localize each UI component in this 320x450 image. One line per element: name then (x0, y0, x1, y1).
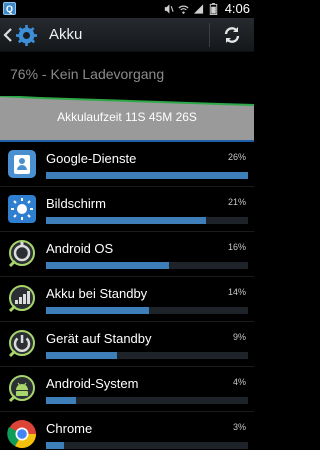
usage-bar-fill (46, 172, 248, 179)
usage-row-android-os[interactable]: Android OS 16% (0, 232, 254, 277)
signal-icon (193, 3, 203, 14)
usage-name: Akku bei Standby (46, 286, 148, 301)
android-system-icon (8, 375, 35, 403)
usage-percent: 14% (227, 287, 246, 297)
usage-percent: 21% (227, 197, 246, 207)
usage-name: Chrome (46, 421, 93, 436)
charge-status: 76% - Kein Ladevorgang (10, 66, 165, 82)
back-icon (3, 28, 12, 42)
usage-row-phone-idle[interactable]: Gerät auf Standby 9% (0, 322, 254, 367)
google-services-icon (8, 150, 36, 178)
usage-percent: 26% (227, 152, 246, 162)
usage-bar-fill (46, 397, 77, 404)
usage-bar-fill (46, 307, 150, 314)
usage-bar (46, 172, 248, 179)
notification-app-icon: Q (3, 2, 16, 15)
action-bar: Akku (0, 18, 254, 52)
usage-row-android-system[interactable]: Android-System 4% (0, 367, 254, 412)
runtime-label: Akkulaufzeit 11S 45M 26S (57, 110, 197, 124)
page-title: Akku (49, 26, 83, 43)
usage-bar-fill (46, 217, 206, 224)
usage-percent: 16% (227, 242, 246, 252)
chrome-icon (7, 420, 36, 448)
usage-percent: 4% (232, 377, 246, 387)
cell-standby-icon (8, 285, 35, 313)
usage-name: Bildschirm (46, 196, 106, 211)
phone-idle-icon (8, 330, 35, 358)
battery-summary: 76% - Kein Ladevorgang Akkulaufzeit 11S … (0, 52, 254, 140)
clock: 4:06 (224, 1, 250, 16)
android-os-icon (8, 240, 35, 268)
usage-list: Google-Dienste 26% Bildschirm 21% Androi… (0, 142, 254, 450)
up-button[interactable] (2, 24, 46, 46)
usage-bar (46, 262, 248, 269)
usage-row-display[interactable]: Bildschirm 21% (0, 187, 254, 232)
display-brightness-icon (8, 195, 36, 223)
usage-bar-fill (46, 442, 65, 449)
usage-percent: 9% (232, 332, 246, 342)
usage-bar (46, 442, 248, 449)
usage-name: Google-Dienste (46, 151, 137, 166)
usage-row-chrome[interactable]: Chrome 3% (0, 412, 254, 450)
refresh-icon[interactable] (221, 25, 243, 45)
usage-bar (46, 307, 248, 314)
battery-icon (209, 2, 217, 15)
usage-name: Android OS (46, 241, 114, 256)
status-bar: Q 4:06 (0, 0, 254, 18)
usage-bar-fill (46, 262, 170, 269)
usage-bar (46, 352, 248, 359)
usage-name: Android-System (46, 376, 139, 391)
usage-row-google-services[interactable]: Google-Dienste 26% (0, 142, 254, 187)
usage-row-cell-standby[interactable]: Akku bei Standby 14% (0, 277, 254, 322)
usage-percent: 3% (232, 422, 246, 432)
usage-bar-fill (46, 352, 117, 359)
mute-icon (164, 3, 174, 14)
usage-name: Gerät auf Standby (46, 331, 152, 346)
action-divider (209, 23, 210, 47)
usage-bar (46, 217, 248, 224)
wifi-icon (178, 5, 189, 14)
gear-icon (16, 24, 37, 46)
usage-bar (46, 397, 248, 404)
